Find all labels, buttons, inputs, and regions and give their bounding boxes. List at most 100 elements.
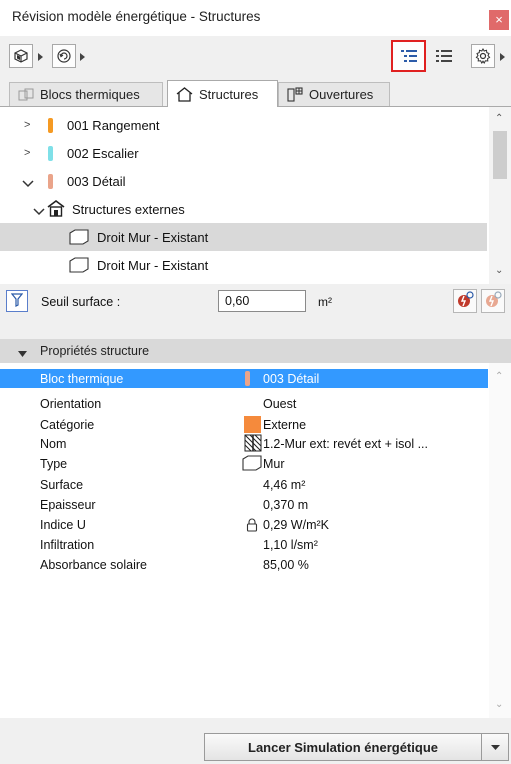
- tree-item[interactable]: Droit Mur - Existant: [0, 251, 487, 279]
- property-value: 1.2-Mur ext: revét ext + isol ...: [263, 436, 428, 451]
- filter-icon: [10, 292, 24, 310]
- scroll-down-icon[interactable]: ⌄: [495, 699, 503, 710]
- refresh-dropdown-arrow[interactable]: [80, 53, 85, 61]
- property-value: 0,29 W/m²K: [263, 517, 329, 532]
- tree-item-label: 003 Détail: [67, 173, 126, 189]
- property-value: Externe: [263, 417, 307, 432]
- wall-composite-icon: [244, 434, 262, 455]
- tree-item[interactable]: > 002 Escalier: [0, 139, 487, 167]
- tab-label: Blocs thermiques: [40, 87, 140, 102]
- property-row[interactable]: Orientation Ouest: [0, 394, 488, 413]
- properties-header[interactable]: Propriétés structure: [0, 339, 511, 363]
- house-icon: [176, 86, 193, 102]
- threshold-input[interactable]: [218, 290, 306, 312]
- property-value: 4,46 m²: [263, 477, 306, 492]
- property-row[interactable]: Bloc thermique 003 Détail: [0, 369, 488, 388]
- triangle-down-icon[interactable]: [18, 347, 27, 361]
- tree-view-button[interactable]: [391, 40, 426, 72]
- launch-options-dropdown[interactable]: [481, 733, 509, 761]
- chevron-right-icon[interactable]: >: [24, 119, 30, 131]
- list-view-button[interactable]: [431, 44, 457, 68]
- property-key: Surface: [40, 477, 84, 492]
- property-value: 0,370 m: [263, 497, 309, 512]
- wall-icon: [69, 257, 89, 276]
- properties-header-label: Propriétés structure: [40, 344, 150, 358]
- tree-item[interactable]: Structures externes: [0, 195, 487, 223]
- wall-icon: [69, 229, 89, 248]
- chevron-down-icon[interactable]: [22, 176, 34, 191]
- property-row[interactable]: Catégorie Externe: [0, 415, 488, 434]
- threshold-bar: Seuil surface : m²: [0, 284, 511, 320]
- tab-structures[interactable]: Structures: [167, 80, 278, 107]
- property-key: Infiltration: [40, 537, 95, 552]
- tab-label: Structures: [199, 86, 259, 102]
- energy-icon: [456, 290, 474, 312]
- properties-panel: Propriétés structure Bloc thermique 003 …: [0, 339, 511, 718]
- chevron-down-icon[interactable]: [33, 204, 45, 219]
- block-color-swatch: [48, 145, 53, 161]
- scroll-down-icon[interactable]: ⌄: [495, 265, 503, 276]
- property-value: 85,00 %: [263, 557, 309, 572]
- tab-label: Ouvertures: [309, 87, 374, 102]
- property-key: Epaisseur: [40, 497, 96, 512]
- property-key: Bloc thermique: [40, 371, 124, 386]
- tree-item-label: 001 Rangement: [67, 117, 160, 133]
- thermal-blocks-icon: [18, 88, 34, 102]
- tab-bar: Blocs thermiques Structures Ouvertures: [0, 80, 511, 107]
- property-key: Orientation: [40, 396, 102, 411]
- settings-dropdown-arrow[interactable]: [500, 53, 505, 61]
- settings-button[interactable]: [471, 44, 495, 68]
- energy-apply-button[interactable]: [453, 289, 477, 313]
- property-key: Type: [40, 456, 68, 471]
- property-row[interactable]: Absorbance solaire 85,00 %: [0, 555, 488, 574]
- close-button[interactable]: ×: [489, 10, 509, 30]
- tree-item-label: Droit Mur - Existant: [97, 257, 209, 273]
- launch-simulation-button[interactable]: Lancer Simulation énergétique: [204, 733, 482, 761]
- property-row[interactable]: Epaisseur 0,370 m: [0, 495, 488, 514]
- scroll-up-icon[interactable]: ⌃: [495, 371, 503, 382]
- block-color-swatch: [245, 371, 250, 386]
- property-row[interactable]: Indice U 0,29 W/m²K: [0, 515, 488, 534]
- refresh-icon: [56, 48, 72, 64]
- openings-icon: [287, 87, 303, 102]
- tab-blocs-thermiques[interactable]: Blocs thermiques: [9, 82, 163, 106]
- refresh-button[interactable]: [52, 44, 76, 68]
- tree-scrollbar[interactable]: ⌃ ⌄: [489, 107, 511, 285]
- threshold-label: Seuil surface :: [41, 295, 121, 309]
- property-key: Absorbance solaire: [40, 557, 148, 572]
- property-key: Catégorie: [40, 417, 95, 432]
- house-icon: [47, 200, 65, 220]
- tree-item-label: Droit Mur - Existant: [97, 229, 209, 245]
- toolbar: [0, 36, 511, 78]
- 3d-view-icon: [13, 48, 29, 64]
- energy-reset-button[interactable]: [481, 289, 505, 313]
- 3d-view-button[interactable]: [9, 44, 33, 68]
- tree-view-icon: [400, 49, 418, 63]
- tab-ouvertures[interactable]: Ouvertures: [278, 82, 390, 106]
- category-color-swatch: [244, 416, 261, 433]
- tree-item[interactable]: > 001 Rangement: [0, 111, 487, 139]
- bottom-bar: Lancer Simulation énergétique: [0, 718, 511, 764]
- tree-item[interactable]: 003 Détail: [0, 167, 487, 195]
- property-value: Ouest: [263, 396, 297, 411]
- property-value: 003 Détail: [263, 371, 320, 386]
- threshold-unit: m²: [318, 295, 332, 309]
- filter-button[interactable]: [6, 290, 28, 312]
- property-value: Mur: [263, 456, 285, 471]
- 3d-view-dropdown-arrow[interactable]: [38, 53, 43, 61]
- tree-item[interactable]: Droit Mur - Existant: [0, 223, 487, 251]
- chevron-right-icon[interactable]: >: [24, 147, 30, 159]
- wall-icon: [242, 455, 262, 474]
- property-row[interactable]: Type Mur: [0, 454, 488, 473]
- triangle-down-icon: [490, 740, 500, 754]
- property-row[interactable]: Infiltration 1,10 l/sm²: [0, 535, 488, 554]
- property-row[interactable]: Nom 1.2-Mur ext: revét ext + isol ...: [0, 434, 488, 453]
- structures-tree: > 001 Rangement > 002 Escalier 003 Détai…: [0, 106, 511, 285]
- tree-item-label: Structures externes: [72, 201, 185, 217]
- lock-icon: [246, 518, 258, 535]
- property-row[interactable]: Surface 4,46 m²: [0, 475, 488, 494]
- scroll-up-icon[interactable]: ⌃: [495, 113, 503, 124]
- scrollbar-thumb[interactable]: [493, 131, 507, 179]
- block-color-swatch: [48, 117, 53, 133]
- properties-scrollbar[interactable]: ⌃ ⌄: [489, 363, 511, 718]
